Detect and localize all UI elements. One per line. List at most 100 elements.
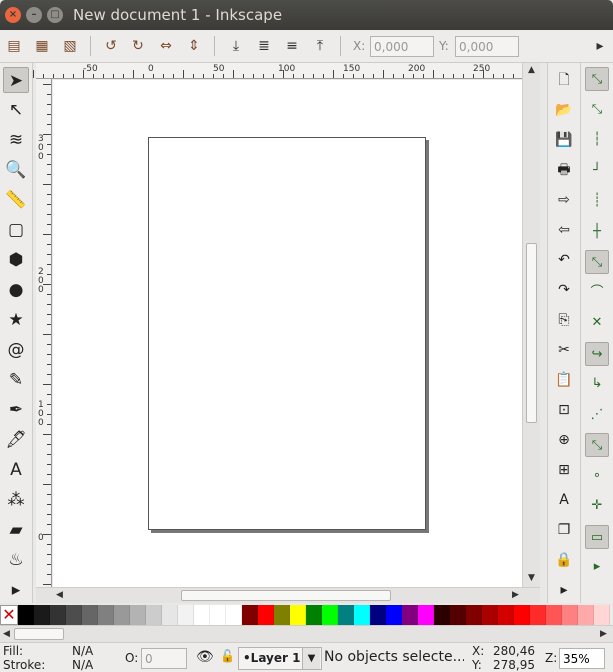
palette-swatch[interactable] (34, 605, 50, 625)
palette-swatch[interactable] (370, 605, 386, 625)
scroll-left-icon[interactable]: ◀ (56, 590, 63, 600)
rotate-ccw-icon[interactable]: ↺ (101, 36, 121, 56)
palette-swatch[interactable] (418, 605, 434, 625)
palette-swatch[interactable] (178, 605, 194, 625)
palette-swatch[interactable] (66, 605, 82, 625)
snap-enable-icon[interactable]: ⤡ (585, 67, 609, 91)
zoom-tool-icon[interactable]: 🔍 (3, 157, 29, 183)
palette-swatch[interactable] (354, 605, 370, 625)
palette-swatch[interactable] (146, 605, 162, 625)
snap-bbox-midpoint-icon[interactable]: ┊ (585, 189, 609, 213)
close-window-button[interactable]: × (5, 7, 21, 23)
text-font-icon[interactable]: A (553, 489, 575, 511)
spiral-tool-icon[interactable]: @ (3, 337, 29, 363)
group-icon[interactable]: ❐ (553, 519, 575, 541)
palette-swatch[interactable] (290, 605, 306, 625)
cut-icon[interactable]: ✂ (553, 339, 575, 361)
y-input[interactable] (455, 36, 519, 57)
snap-intersection-icon[interactable]: ✕ (585, 311, 609, 335)
rotate-cw-icon[interactable]: ↻ (128, 36, 148, 56)
new-document-icon[interactable]: 🗋 (553, 69, 575, 91)
palette-swatch[interactable] (274, 605, 290, 625)
x-input[interactable] (370, 36, 434, 57)
pencil-tool-icon[interactable]: ✎ (3, 367, 29, 393)
snap-bbox-icon[interactable]: ⤡ (585, 98, 609, 122)
import-icon[interactable]: ⇨ (553, 189, 575, 211)
palette-swatch[interactable] (562, 605, 578, 625)
ellipse-tool-icon[interactable]: ● (3, 277, 29, 303)
palette-swatch[interactable] (258, 605, 274, 625)
palette-swatch[interactable] (546, 605, 562, 625)
select-all-icon[interactable]: ▤ (4, 36, 24, 56)
calligraphy-tool-icon[interactable]: 🖋 (3, 427, 29, 453)
drawing-canvas[interactable] (53, 80, 522, 587)
palette-swatch[interactable] (242, 605, 258, 625)
measure-tool-icon[interactable]: 📏 (3, 187, 29, 213)
copy-icon[interactable]: ⎘ (553, 309, 575, 331)
open-document-icon[interactable]: 📂 (553, 99, 575, 121)
palette-swatch[interactable] (578, 605, 594, 625)
snap-line-icon[interactable]: ⋰ (585, 403, 609, 427)
paint-bucket-tool-icon[interactable]: ♨ (3, 547, 29, 573)
horizontal-ruler[interactable]: -50 0 50 100 150 200 250 (33, 63, 522, 79)
palette-swatch[interactable] (594, 605, 610, 625)
selector-tool-icon[interactable]: ➤ (3, 67, 29, 93)
snap-center-icon[interactable]: ∘ (585, 464, 609, 488)
snap-page-icon[interactable]: ▭ (585, 524, 609, 549)
paste-icon[interactable]: 📋 (553, 369, 575, 391)
palette-scroll-right-icon[interactable]: ▶ (600, 629, 607, 639)
palette-swatch[interactable] (402, 605, 418, 625)
palette-scrollbar[interactable]: ◀ ▶ (0, 625, 613, 642)
save-document-icon[interactable]: 💾 (553, 129, 575, 151)
more-tools-icon[interactable]: ▸ (3, 577, 29, 603)
snap-nodes-icon[interactable]: ⤡ (585, 250, 609, 274)
scroll-up-icon[interactable]: ▲ (528, 65, 535, 75)
horizontal-scrollbar[interactable]: ◀ ▶ (36, 587, 540, 603)
pen-tool-icon[interactable]: ✒ (3, 397, 29, 423)
flip-horizontal-icon[interactable]: ⇔ (156, 36, 176, 56)
palette-swatch[interactable] (338, 605, 354, 625)
palette-swatch[interactable] (98, 605, 114, 625)
document-page[interactable] (148, 137, 426, 530)
layer-dropdown-arrow-icon[interactable]: ▼ (302, 648, 320, 669)
lower-icon[interactable]: ≣ (254, 36, 274, 56)
palette-swatch[interactable] (514, 605, 530, 625)
print-icon[interactable]: 🖶 (553, 159, 575, 181)
palette-scroll-left-icon[interactable]: ◀ (3, 629, 10, 639)
zoom-selection-icon[interactable]: ⊡ (553, 399, 575, 421)
box-3d-tool-icon[interactable]: ⬢ (3, 247, 29, 273)
more-commands-icon[interactable]: ▸ (553, 579, 575, 601)
palette-swatch[interactable] (386, 605, 402, 625)
palette-swatch[interactable] (18, 605, 34, 625)
spray-tool-icon[interactable]: ⁂ (3, 487, 29, 513)
snap-midpoint-icon[interactable]: ↳ (585, 372, 609, 396)
zoom-input[interactable] (559, 648, 605, 669)
more-controls-icon[interactable]: ▸ (590, 36, 610, 56)
flip-vertical-icon[interactable]: ⇕ (184, 36, 204, 56)
palette-swatch[interactable] (226, 605, 242, 625)
eraser-tool-icon[interactable]: ▰ (3, 517, 29, 543)
palette-swatch[interactable] (82, 605, 98, 625)
select-all-layers-icon[interactable]: ▦ (32, 36, 52, 56)
palette-swatch[interactable] (498, 605, 514, 625)
vertical-ruler[interactable]: 3 0 0 2 0 0 1 0 0 0 (36, 79, 52, 587)
palette-swatch[interactable] (162, 605, 178, 625)
snap-bbox-edge-icon[interactable]: ┆ (585, 128, 609, 152)
palette-swatch[interactable] (434, 605, 450, 625)
snap-others-icon[interactable]: ⤡ (585, 433, 609, 457)
palette-swatch[interactable] (306, 605, 322, 625)
zoom-drawing-icon[interactable]: ⊕ (553, 429, 575, 451)
snap-bbox-corner-icon[interactable]: ┘ (585, 159, 609, 183)
deselect-icon[interactable]: ▧ (60, 36, 80, 56)
vertical-scroll-thumb[interactable] (526, 243, 537, 423)
node-tool-icon[interactable]: ↖ (3, 97, 29, 123)
palette-swatch[interactable] (530, 605, 546, 625)
lower-bottom-icon[interactable]: ⤓ (226, 36, 246, 56)
star-tool-icon[interactable]: ★ (3, 307, 29, 333)
palette-swatch[interactable] (322, 605, 338, 625)
layer-lock-icon[interactable]: 🔓 (220, 649, 235, 663)
snap-path-icon[interactable]: ⌒ (585, 281, 609, 305)
vertical-scrollbar[interactable]: ▲ ▼ (522, 63, 540, 587)
redo-icon[interactable]: ↷ (553, 279, 575, 301)
palette-swatch[interactable] (130, 605, 146, 625)
